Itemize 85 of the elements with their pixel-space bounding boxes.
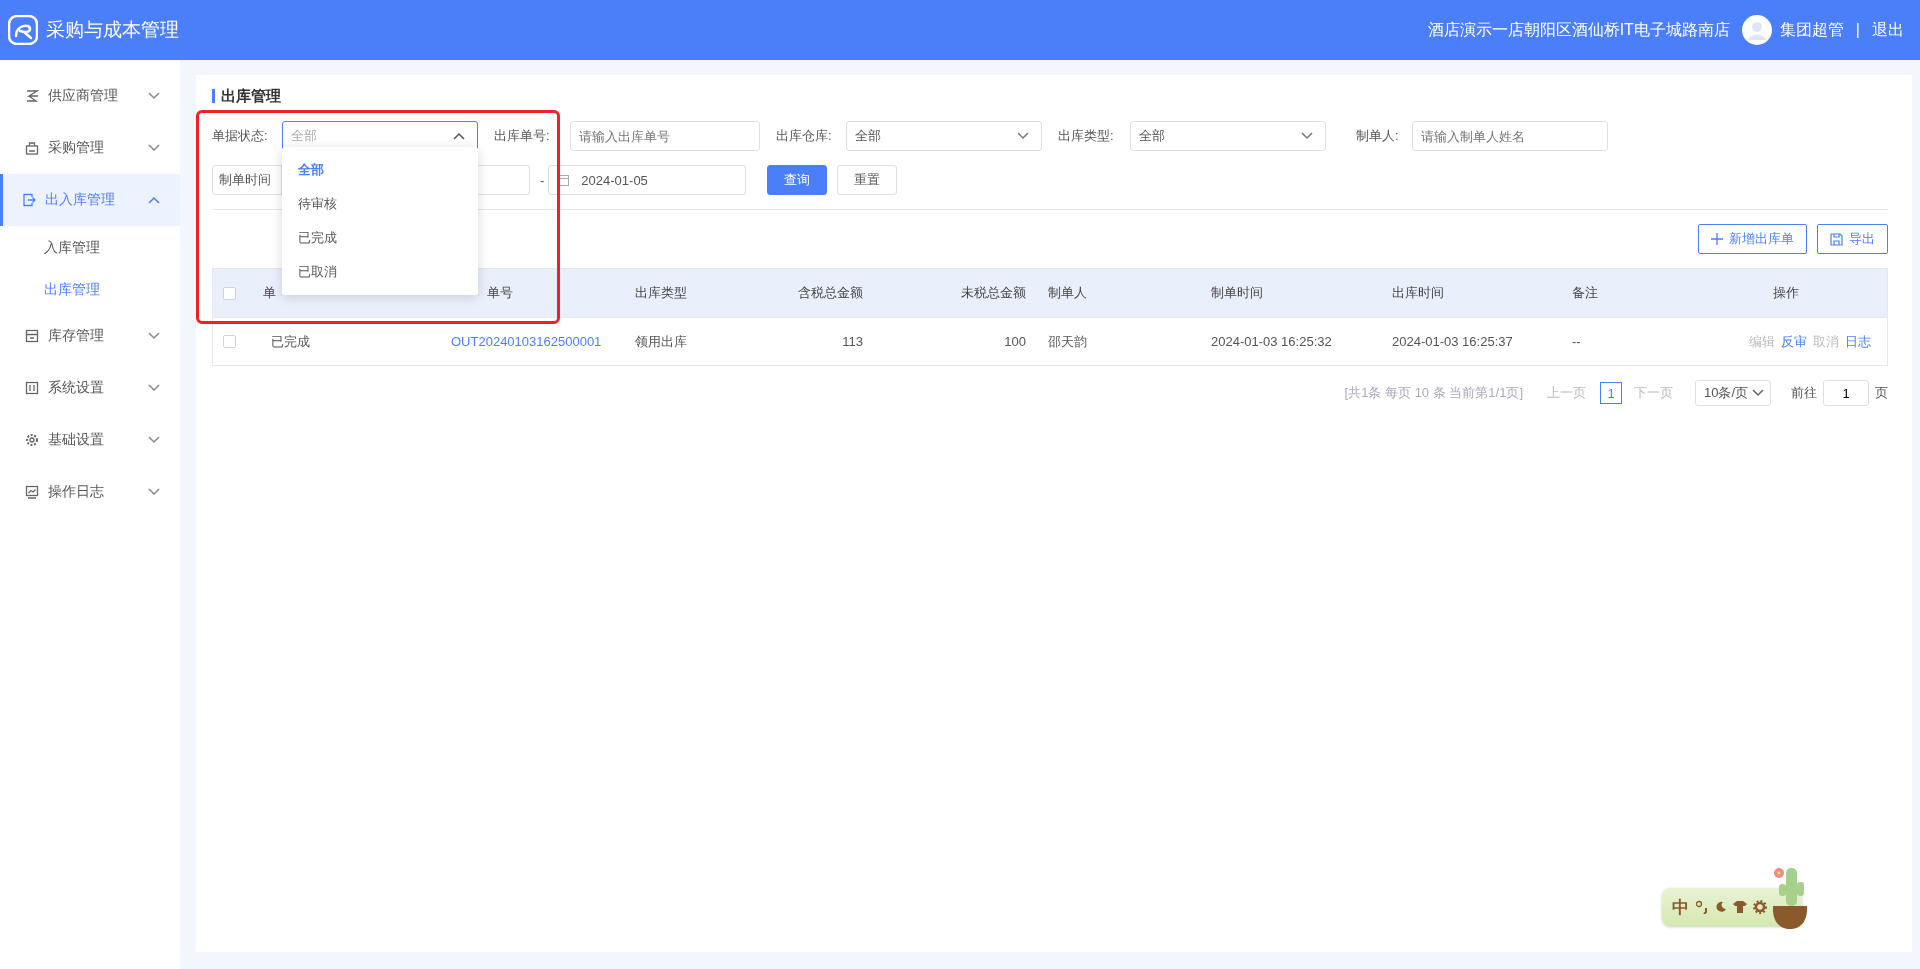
moon-icon xyxy=(1715,901,1727,913)
table-cell: 已完成 xyxy=(271,332,310,351)
text-field[interactable]: 请输入制单人姓名 xyxy=(1412,121,1608,151)
filter-label: 出库仓库: xyxy=(776,127,833,145)
column-header: 单号 xyxy=(487,284,513,302)
exit-icon xyxy=(22,193,36,207)
action-link[interactable]: 日志 xyxy=(1845,332,1871,351)
checkbox[interactable] xyxy=(223,335,236,348)
page-size-select[interactable]: 10条/页 xyxy=(1695,380,1771,406)
table-cell: 113 xyxy=(842,334,863,349)
app-title: 采购与成本管理 xyxy=(46,18,179,42)
input-mode-label[interactable]: 中 xyxy=(1672,895,1689,919)
filter-button[interactable]: 重置 xyxy=(837,165,898,195)
shirt-icon xyxy=(1733,901,1747,913)
table-cell: 邵天韵 xyxy=(1048,332,1087,351)
text-field[interactable]: 请输入出库单号 xyxy=(570,121,760,151)
settings-icon xyxy=(25,433,39,447)
supplier-icon xyxy=(25,89,39,103)
select-field[interactable]: 全部 xyxy=(1130,121,1326,151)
dropdown-option[interactable]: 待审核 xyxy=(282,187,478,221)
filter-label: 单据状态: xyxy=(212,127,269,145)
gear-icon xyxy=(1753,900,1767,914)
action-link[interactable]: 反审 xyxy=(1781,332,1807,351)
user-name: 集团超管 xyxy=(1779,19,1844,40)
chevron-icon xyxy=(1301,132,1313,140)
cabinet-icon xyxy=(25,329,39,343)
dropdown-option[interactable]: 全部 xyxy=(282,153,478,187)
chevron-icon xyxy=(453,132,465,140)
column-header: 出库类型 xyxy=(635,284,687,302)
column-header: 含税总金额 xyxy=(798,284,863,302)
checkbox[interactable] xyxy=(223,286,236,300)
column-header: 出库时间 xyxy=(1392,284,1444,302)
logout-link[interactable]: 退出 xyxy=(1872,19,1904,41)
nav-item[interactable]: 操作日志 xyxy=(0,466,180,518)
table-cell: -- xyxy=(1572,334,1581,349)
column-header: 备注 xyxy=(1572,284,1598,302)
column-header: 制单时间 xyxy=(1211,284,1263,302)
nav-item[interactable]: 供应商管理 xyxy=(0,70,180,122)
page-title: 出库管理 xyxy=(212,89,281,103)
select-field[interactable]: 全部 xyxy=(846,121,1042,151)
calendar-icon xyxy=(557,174,570,186)
dropdown-option[interactable]: 已完成 xyxy=(282,221,478,255)
plus-icon xyxy=(1711,233,1723,245)
page-summary: [共1条 每页 10 条 当前第1/1页] xyxy=(1344,384,1523,402)
column-header: 未税总金额 xyxy=(961,284,1026,302)
bag-icon xyxy=(25,141,39,155)
filter-label: 出库类型: xyxy=(1058,127,1115,145)
date-end-field[interactable]: 2024-01-05 xyxy=(548,165,747,195)
logo-icon xyxy=(8,15,38,45)
range-separator: - xyxy=(540,172,545,188)
column-header: 单 xyxy=(263,284,276,302)
page-number[interactable]: 1 xyxy=(1600,382,1622,404)
panel-icon xyxy=(25,381,39,395)
chevron-icon xyxy=(1752,389,1764,397)
nav-item[interactable]: 系统设置 xyxy=(0,362,180,414)
dropdown-option[interactable]: 已取消 xyxy=(282,255,478,289)
monitor-icon xyxy=(25,485,39,499)
nav-item[interactable]: 库存管理 xyxy=(0,310,180,362)
filter-label: 制单人: xyxy=(1356,127,1400,145)
filter-button[interactable]: 查询 xyxy=(767,165,828,195)
toolbar-button[interactable]: 导出 xyxy=(1817,224,1888,254)
nav-item[interactable]: 采购管理 xyxy=(0,122,180,174)
avatar-icon xyxy=(1741,15,1772,45)
filter-label: 出库单号: xyxy=(494,127,551,145)
page-suffix: 页 xyxy=(1875,384,1888,402)
save-icon xyxy=(1830,232,1843,246)
column-header: 操作 xyxy=(1773,284,1799,302)
nav-item[interactable]: 出入库管理 xyxy=(0,174,180,226)
nav-subitem[interactable]: 入库管理 xyxy=(0,226,180,268)
order-number-link[interactable]: OUT20240103162500001 xyxy=(451,334,602,349)
cactus-pot-drawing xyxy=(1770,866,1810,930)
nav-subitem[interactable]: 出库管理 xyxy=(0,268,180,310)
nav-item[interactable]: 基础设置 xyxy=(0,414,180,466)
table-cell: 领用出库 xyxy=(635,332,687,351)
table-cell: 2024-01-03 16:25:37 xyxy=(1392,334,1513,349)
column-header: 制单人 xyxy=(1048,284,1087,302)
page-input[interactable]: 1 xyxy=(1823,380,1869,406)
table-cell: 100 xyxy=(1004,334,1026,349)
separator-text: | xyxy=(1855,21,1860,39)
toolbar-button[interactable]: 新增出库单 xyxy=(1698,224,1807,254)
store-name: 酒店演示一店朝阳区酒仙桥IT电子城路南店 xyxy=(1427,19,1730,40)
goto-label: 前往 xyxy=(1791,384,1817,402)
table-cell: 2024-01-03 16:25:32 xyxy=(1211,334,1332,349)
chevron-icon xyxy=(1017,132,1029,140)
punctuation-icon xyxy=(1695,900,1709,914)
